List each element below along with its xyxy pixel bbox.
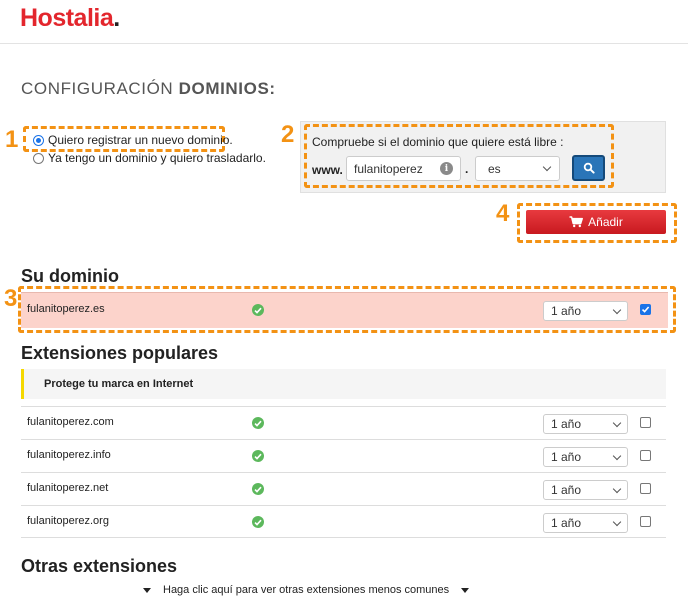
period-select[interactable]: 1 año	[543, 480, 628, 500]
domain-name-value: fulanitoperez	[354, 161, 423, 176]
domain-checkbox[interactable]	[640, 450, 651, 461]
chevron-down-icon	[612, 517, 622, 526]
chevron-down-icon	[612, 418, 622, 427]
row-domain-name: fulanitoperez.com	[27, 416, 114, 428]
callout-1: 1	[5, 126, 19, 153]
popular-extensions-title: Extensiones populares	[21, 343, 219, 363]
period-select-value: 1 año	[551, 417, 582, 431]
caret-down-icon	[143, 587, 151, 593]
other-extensions-title: Otras extensiones	[21, 556, 178, 576]
page-title-bold: DOMINIOS:	[178, 79, 276, 98]
domain-check-title: Compruebe si el dominio que quiere está …	[312, 135, 564, 149]
your-domain-title: Su dominio	[21, 266, 119, 286]
add-button[interactable]: Añadir	[526, 210, 666, 234]
protect-brand-banner: Protege tu marca en Internet	[21, 369, 666, 399]
banner-text: Protege tu marca en Internet	[44, 378, 194, 390]
domain-dot: .	[465, 162, 469, 176]
radio-transfer-domain-input[interactable]	[33, 152, 44, 164]
radio-transfer-domain[interactable]: Ya tengo un dominio y quiero trasladarlo…	[33, 151, 266, 165]
logo-text: Hostalia	[20, 4, 114, 32]
radio-new-domain[interactable]: Quiero registrar un nuevo dominio.	[33, 133, 233, 147]
row-domain-name: fulanitoperez.org	[27, 515, 109, 527]
search-button[interactable]	[572, 155, 605, 181]
row-domain-name: fulanitoperez.info	[27, 449, 111, 461]
radio-new-domain-input[interactable]	[33, 134, 44, 146]
show-other-extensions-text: Haga clic aquí para ver otras extensione…	[163, 584, 450, 596]
extension-select[interactable]: es	[475, 156, 560, 181]
period-select-value: 1 año	[551, 483, 582, 497]
domain-checkbox[interactable]	[640, 417, 651, 428]
page-title: CONFIGURACIÓN DOMINIOS:	[21, 79, 276, 99]
period-select[interactable]: 1 año	[543, 414, 628, 434]
site-header: Hostalia.	[0, 0, 688, 44]
available-check-icon	[252, 417, 264, 429]
table-row: fulanitoperez.org 1 año	[21, 505, 666, 538]
period-select-value: 1 año	[551, 450, 582, 464]
period-select[interactable]: 1 año	[543, 447, 628, 467]
add-button-label: Añadir	[588, 215, 623, 229]
callout-2: 2	[281, 121, 295, 148]
table-row: fulanitoperez.net 1 año	[21, 472, 666, 505]
callout-4: 4	[496, 200, 510, 227]
radio-new-domain-label: Quiero registrar un nuevo dominio.	[48, 133, 233, 147]
domain-checkbox[interactable]	[640, 516, 651, 527]
extension-select-value: es	[488, 161, 501, 176]
caret-down-icon	[461, 587, 470, 593]
show-other-extensions-link[interactable]: Haga clic aquí para ver otras extensione…	[143, 584, 470, 596]
callout-3: 3	[4, 285, 18, 312]
logo-dot: .	[113, 4, 120, 32]
www-label: www.	[312, 163, 343, 177]
search-icon	[583, 162, 595, 174]
available-check-icon	[252, 450, 264, 462]
cart-icon	[569, 216, 584, 228]
domain-checkbox[interactable]	[640, 483, 651, 494]
available-check-icon	[252, 483, 264, 495]
info-icon[interactable]: i	[440, 162, 453, 175]
available-check-icon	[252, 516, 264, 528]
hostalia-logo[interactable]: Hostalia.	[20, 4, 120, 33]
callout-3-frame	[18, 286, 676, 333]
domain-name-input[interactable]: fulanitoperez i	[346, 156, 461, 181]
page-title-prefix: CONFIGURACIÓN	[21, 79, 174, 98]
table-row: fulanitoperez.com 1 año	[21, 406, 666, 439]
chevron-down-icon	[612, 484, 622, 493]
chevron-down-icon	[612, 451, 622, 460]
table-row: fulanitoperez.info 1 año	[21, 439, 666, 472]
radio-transfer-domain-label: Ya tengo un dominio y quiero trasladarlo…	[48, 151, 266, 165]
row-domain-name: fulanitoperez.net	[27, 482, 109, 494]
period-select-value: 1 año	[551, 516, 582, 530]
period-select[interactable]: 1 año	[543, 513, 628, 533]
chevron-down-icon	[542, 162, 552, 172]
